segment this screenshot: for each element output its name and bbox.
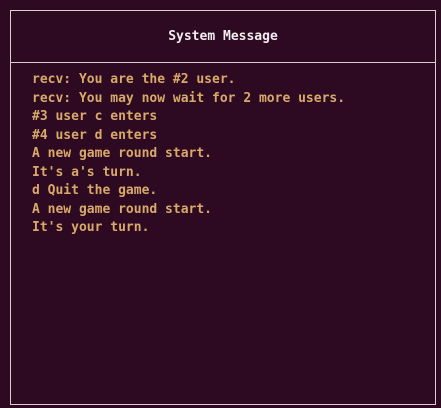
message-line: It's your turn. <box>32 220 150 235</box>
message-line: A new game round start. <box>32 146 213 161</box>
message-line: recv: You may now wait for 2 more users. <box>32 90 346 106</box>
message-log: recv: You are the #2 user. recv: You may… <box>11 63 435 238</box>
message-line: A new game round start. <box>32 201 213 217</box>
message-line: recv: You are the #2 user. <box>32 72 236 87</box>
message-line: It's a's turn. <box>32 164 142 180</box>
system-message-panel: System Message recv: You are the #2 user… <box>10 10 436 405</box>
panel-title: System Message <box>11 11 435 63</box>
message-line: #3 user c enters <box>32 109 158 124</box>
message-line: #4 user d enters <box>32 127 158 143</box>
terminal-window: System Message recv: You are the #2 user… <box>0 0 441 408</box>
message-line: d Quit the game. <box>32 183 158 198</box>
